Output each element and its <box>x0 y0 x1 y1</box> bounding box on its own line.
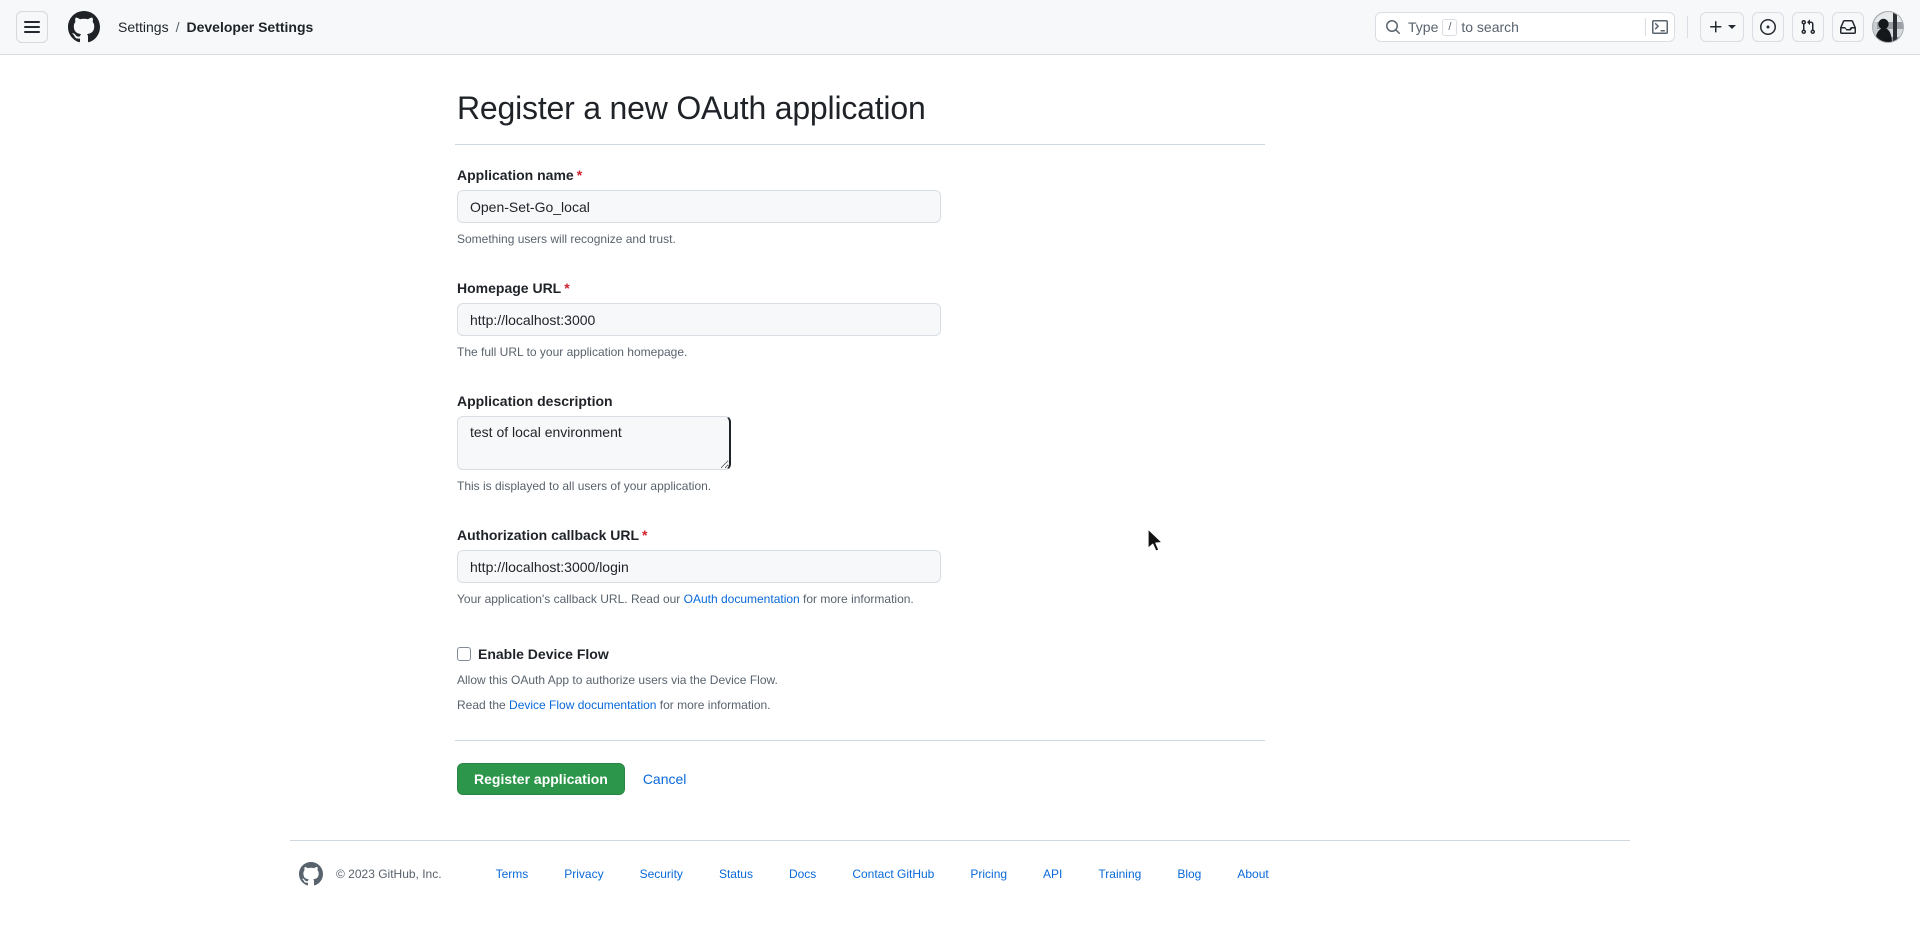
callback-url-label: Authorization callback URL * <box>457 527 1265 543</box>
terminal-icon[interactable] <box>1652 19 1668 35</box>
site-footer: © 2023 GitHub, Inc. Terms Privacy Securi… <box>299 841 1630 886</box>
avatar[interactable] <box>1872 11 1904 43</box>
inbox-icon <box>1840 20 1856 34</box>
application-description-hint: This is displayed to all users of your a… <box>457 479 712 493</box>
actions-divider <box>455 740 1265 741</box>
header-right-group: Type / to search <box>1375 11 1904 43</box>
content-container: Register a new OAuth application Applica… <box>455 55 1465 795</box>
page-body: Register a new OAuth application Applica… <box>0 55 1920 938</box>
page-title: Register a new OAuth application <box>457 90 926 126</box>
footer-link-training[interactable]: Training <box>1080 867 1159 881</box>
pull-requests-icon <box>1801 19 1816 35</box>
application-name-label-text: Application name <box>457 167 574 183</box>
field-device-flow: Enable Device Flow Allow this OAuth App … <box>455 646 1265 714</box>
homepage-url-label-text: Homepage URL <box>457 280 562 296</box>
copyright-text: © 2023 GitHub, Inc. <box>336 867 442 881</box>
footer-link-about[interactable]: About <box>1219 867 1286 881</box>
create-new-button[interactable] <box>1700 12 1744 42</box>
callback-hint-suffix: for more information. <box>799 592 914 606</box>
field-authorization-callback-url: Authorization callback URL* Your applica… <box>455 527 1265 608</box>
enable-device-flow-label[interactable]: Enable Device Flow <box>478 646 609 662</box>
cancel-button[interactable]: Cancel <box>637 771 693 787</box>
issues-icon <box>1760 19 1776 35</box>
search-placeholder-prefix: Type <box>1408 19 1439 35</box>
github-mark-icon[interactable] <box>299 862 323 886</box>
search-placeholder-suffix: to search <box>1461 19 1519 35</box>
required-asterisk: * <box>564 280 570 296</box>
footer-link-pricing[interactable]: Pricing <box>952 867 1025 881</box>
title-divider <box>455 144 1265 145</box>
field-application-name: Application name* Something users will r… <box>455 167 1265 248</box>
application-name-label: Application name * <box>457 167 1265 183</box>
slash-key-hint: / <box>1442 18 1458 36</box>
header-divider <box>1687 16 1688 38</box>
enable-device-flow-checkbox[interactable] <box>457 647 471 661</box>
notifications-inbox-button[interactable] <box>1832 12 1864 42</box>
oauth-registration-form: Register a new OAuth application Applica… <box>455 88 1265 795</box>
footer-link-terms[interactable]: Terms <box>478 867 547 881</box>
breadcrumb-separator: / <box>175 19 180 35</box>
field-homepage-url: Homepage URL* The full URL to your appli… <box>455 280 1265 361</box>
footer-container: © 2023 GitHub, Inc. Terms Privacy Securi… <box>290 795 1630 886</box>
register-application-button[interactable]: Register application <box>457 763 625 795</box>
footer-link-privacy[interactable]: Privacy <box>546 867 621 881</box>
device-flow-hint-suffix: for more information. <box>656 698 771 712</box>
breadcrumb-settings-link[interactable]: Settings <box>118 19 169 35</box>
footer-link-blog[interactable]: Blog <box>1159 867 1219 881</box>
homepage-url-hint: The full URL to your application homepag… <box>457 345 688 359</box>
application-description-textarea[interactable] <box>457 416 731 470</box>
device-flow-hint-prefix: Read the <box>457 698 510 712</box>
field-application-description: Application description This is displaye… <box>455 393 1265 495</box>
chevron-down-icon <box>1728 25 1736 29</box>
search-icon <box>1385 19 1401 35</box>
homepage-url-label: Homepage URL * <box>457 280 1265 296</box>
application-name-hint: Something users will recognize and trust… <box>457 232 676 246</box>
breadcrumb-current-page: Developer Settings <box>186 19 314 35</box>
search-divider <box>1645 18 1646 36</box>
issues-button[interactable] <box>1752 12 1784 42</box>
application-name-input[interactable] <box>457 190 941 223</box>
oauth-documentation-link[interactable]: OAuth documentation <box>684 592 800 606</box>
github-logo[interactable] <box>68 11 100 43</box>
hamburger-menu-icon[interactable] <box>16 11 48 43</box>
required-asterisk: * <box>642 527 648 543</box>
breadcrumb: Settings / Developer Settings <box>118 19 313 35</box>
device-flow-checkbox-row[interactable]: Enable Device Flow <box>457 646 1265 662</box>
footer-link-contact-github[interactable]: Contact GitHub <box>834 867 952 881</box>
form-actions: Register application Cancel <box>457 763 1265 795</box>
device-flow-hint-2: Read the Device Flow documentation for m… <box>457 696 1265 714</box>
callback-hint-prefix: Your application's callback URL. Read ou… <box>457 592 684 606</box>
homepage-url-input[interactable] <box>457 303 941 336</box>
footer-link-security[interactable]: Security <box>622 867 701 881</box>
search-placeholder-text: Type / to search <box>1408 18 1645 36</box>
plus-icon <box>1710 21 1722 33</box>
footer-link-api[interactable]: API <box>1025 867 1080 881</box>
required-asterisk: * <box>576 167 583 183</box>
callback-url-label-text: Authorization callback URL <box>457 527 640 543</box>
device-flow-documentation-link[interactable]: Device Flow documentation <box>509 698 656 712</box>
device-flow-hint-1: Allow this OAuth App to authorize users … <box>457 673 778 687</box>
header-left-group: Settings / Developer Settings <box>16 11 313 43</box>
footer-link-docs[interactable]: Docs <box>771 867 834 881</box>
callback-url-hint: Your application's callback URL. Read ou… <box>457 590 1265 608</box>
footer-link-status[interactable]: Status <box>701 867 771 881</box>
footer-links: Terms Privacy Security Status Docs Conta… <box>478 867 1287 881</box>
global-header: Settings / Developer Settings Type / to … <box>0 0 1920 55</box>
application-description-label: Application description <box>457 393 613 409</box>
pull-requests-button[interactable] <box>1792 12 1824 42</box>
search-input[interactable]: Type / to search <box>1375 12 1675 42</box>
callback-url-input[interactable] <box>457 550 941 583</box>
